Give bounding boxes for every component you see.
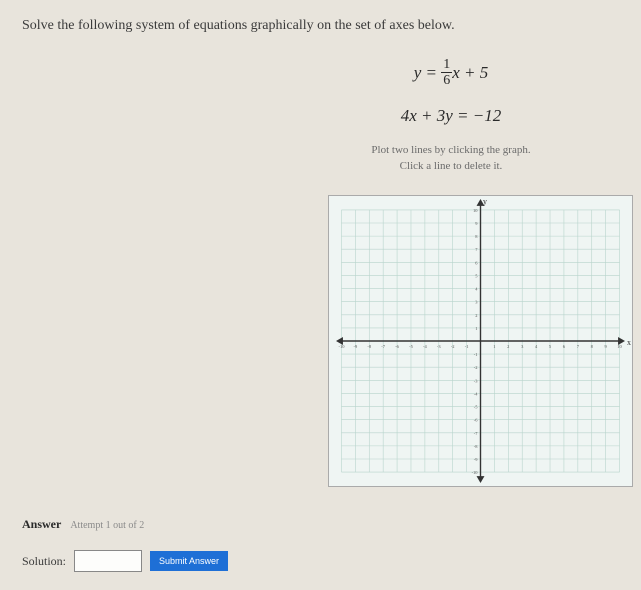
y-axis-label: y	[483, 197, 487, 206]
svg-text:-10: -10	[472, 470, 479, 475]
eq1-equals: =	[421, 63, 441, 82]
answer-row: Answer Attempt 1 out of 2	[22, 517, 144, 532]
solution-label: Solution:	[22, 554, 66, 569]
eq1-after: x + 5	[452, 63, 488, 82]
eq1-fraction: 16	[441, 57, 452, 89]
svg-text:1: 1	[493, 344, 495, 349]
graph-instruction: Plot two lines by clicking the graph. Cl…	[291, 142, 611, 175]
svg-text:10: 10	[617, 344, 622, 349]
solution-input[interactable]	[74, 550, 142, 572]
eq1-numerator: 1	[441, 57, 452, 73]
x-axis-label: x	[627, 338, 631, 347]
svg-text:1: 1	[475, 326, 477, 331]
coordinate-graph[interactable]: x y -10-10-9-9-8-8-7-7-6-6-5-5-4-4-3-3-2…	[328, 195, 633, 487]
svg-text:-1: -1	[465, 344, 469, 349]
svg-text:-2: -2	[474, 365, 478, 370]
graph-svg[interactable]: x y -10-10-9-9-8-8-7-7-6-6-5-5-4-4-3-3-2…	[329, 196, 632, 486]
problem-prompt: Solve the following system of equations …	[22, 18, 626, 34]
svg-text:2: 2	[475, 313, 477, 318]
equation-2: 4x + 3y = −12	[291, 106, 611, 126]
answer-label: Answer	[22, 517, 61, 531]
svg-text:-1: -1	[474, 352, 478, 357]
eq1-denominator: 6	[441, 73, 452, 88]
submit-answer-button[interactable]: Submit Answer	[150, 551, 228, 571]
equations-block: y = 16x + 5 4x + 3y = −12 Plot two lines…	[291, 58, 611, 183]
solution-row: Solution: Submit Answer	[22, 550, 228, 572]
svg-text:-10: -10	[338, 344, 345, 349]
equation-1: y = 16x + 5	[291, 58, 611, 90]
svg-text:-2: -2	[451, 344, 455, 349]
instruction-line-1: Plot two lines by clicking the graph.	[371, 144, 530, 156]
attempt-text: Attempt 1 out of 2	[70, 520, 144, 531]
instruction-line-2: Click a line to delete it.	[400, 160, 503, 172]
svg-text:10: 10	[473, 208, 478, 213]
svg-text:2: 2	[507, 344, 509, 349]
